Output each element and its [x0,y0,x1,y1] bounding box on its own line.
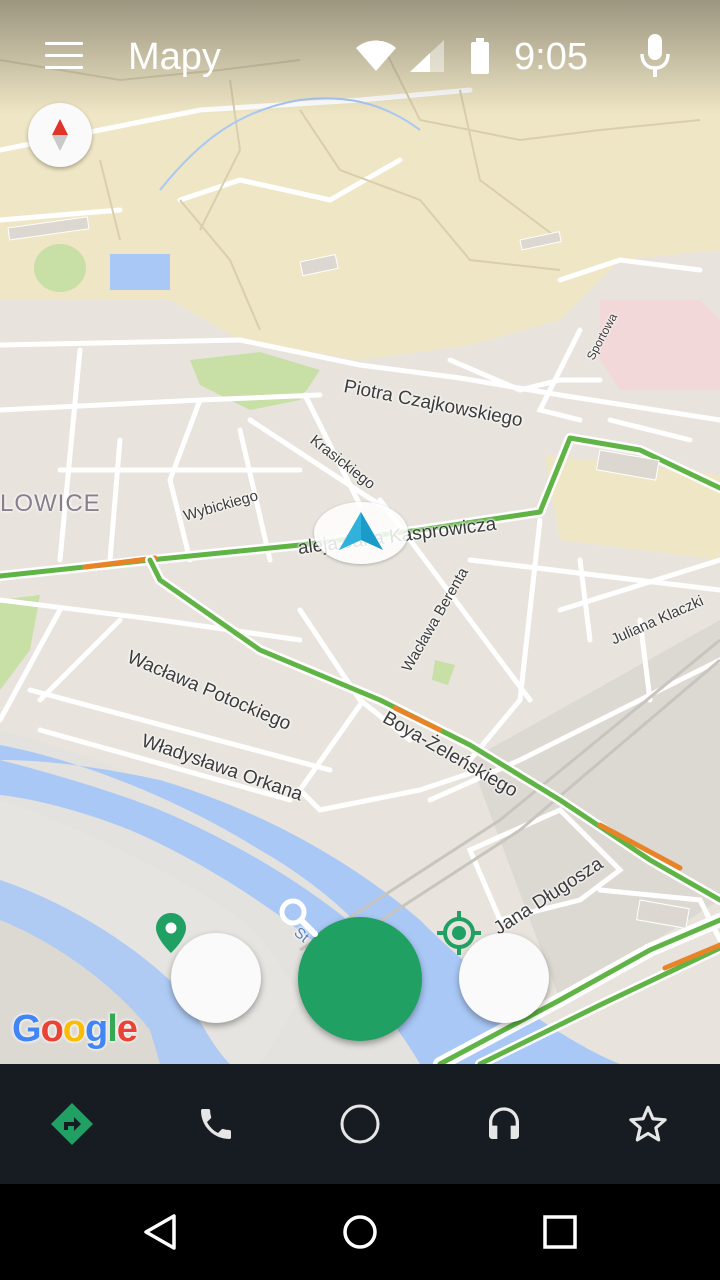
place-pin-button[interactable] [156,913,261,1023]
place-pin-icon [156,913,186,953]
search-icon [279,898,318,937]
back-icon [144,1214,176,1250]
hamburger-icon [45,42,83,45]
current-location-marker [314,502,408,564]
navigation-icon [51,1103,93,1145]
sports-field [34,244,86,292]
recents-icon [543,1215,577,1249]
google-logo: Google [12,1008,138,1050]
app-title: Mapy [128,36,221,78]
pond [110,254,170,290]
district-label: LOWICE [0,490,101,517]
my-location-button[interactable] [437,911,549,1023]
search-button[interactable] [279,898,422,1041]
system-navigation-bar [0,1184,720,1280]
recents-button[interactable] [520,1192,600,1272]
compass-icon [52,119,68,151]
wifi-icon [356,40,396,71]
home-circle-button[interactable] [320,1084,400,1164]
microphone-icon[interactable] [638,34,672,78]
car-dock [0,1064,720,1184]
battery-icon [471,38,489,74]
clock: 9:05 [514,36,588,78]
cellular-signal-icon [410,40,444,72]
navigation-arrow-icon [339,512,383,550]
headphones-button[interactable] [464,1084,544,1164]
map-view[interactable]: Piotra Czajkowskiego Krasickiego Wybicki… [0,0,720,1064]
navigation-button[interactable] [32,1084,112,1164]
star-icon [629,1105,667,1142]
phone-button[interactable] [176,1084,256,1164]
favorites-button[interactable] [608,1084,688,1164]
compass-button[interactable] [28,103,92,167]
home-circle-icon [340,1104,380,1144]
phone-icon [201,1109,231,1139]
home-icon [343,1215,377,1249]
home-button[interactable] [320,1192,400,1272]
my-location-icon [437,911,481,955]
back-button[interactable] [120,1192,200,1272]
headphones-icon [489,1107,519,1139]
menu-button[interactable] [40,36,88,76]
